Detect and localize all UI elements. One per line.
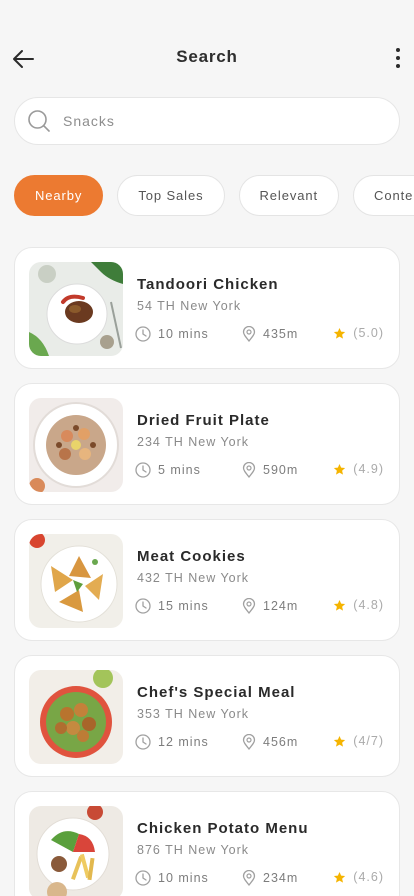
item-time: 10 mins <box>135 870 209 886</box>
item-distance: 234m <box>242 870 298 886</box>
food-image <box>29 806 123 896</box>
star-icon <box>334 735 346 747</box>
time-label: 15 mins <box>158 599 209 613</box>
filter-chips: Nearby Top Sales Relevant Content <box>14 175 414 217</box>
clock-icon <box>135 326 151 342</box>
search-bar[interactable] <box>14 97 400 145</box>
star-icon <box>334 463 346 475</box>
chip-top-sales[interactable]: Top Sales <box>117 175 225 216</box>
app-header: Search <box>0 0 414 110</box>
item-time: 10 mins <box>135 326 209 342</box>
item-address: 876 TH New York <box>137 843 250 857</box>
time-label: 10 mins <box>158 871 209 885</box>
search-icon <box>27 109 51 133</box>
star-icon <box>334 871 346 883</box>
item-distance: 590m <box>242 462 298 478</box>
location-pin-icon <box>242 598 256 614</box>
list-item[interactable]: Meat Cookies 432 TH New York 15 mins 124… <box>14 519 400 641</box>
item-distance: 435m <box>242 326 298 342</box>
location-pin-icon <box>242 734 256 750</box>
item-time: 5 mins <box>135 462 201 478</box>
clock-icon <box>135 462 151 478</box>
time-label: 10 mins <box>158 327 209 341</box>
search-input[interactable] <box>63 113 363 129</box>
item-rating: (4.8) <box>333 598 384 612</box>
dot-icon <box>396 64 400 68</box>
rating-label: (4.9) <box>353 462 384 476</box>
list-item[interactable]: Tandoori Chicken 54 TH New York 10 mins … <box>14 247 400 369</box>
item-rating: (4.9) <box>333 462 384 476</box>
item-time: 12 mins <box>135 734 209 750</box>
chip-content[interactable]: Content <box>353 175 414 216</box>
item-address: 432 TH New York <box>137 571 250 585</box>
distance-label: 234m <box>263 871 299 885</box>
rating-label: (4/7) <box>353 734 384 748</box>
star-icon <box>334 599 346 611</box>
item-name: Chef's Special Meal <box>137 684 296 701</box>
food-image <box>29 534 123 628</box>
item-address: 353 TH New York <box>137 707 250 721</box>
rating-label: (4.8) <box>353 598 384 612</box>
distance-label: 435m <box>263 327 299 341</box>
time-label: 5 mins <box>158 463 201 477</box>
item-name: Tandoori Chicken <box>137 276 279 293</box>
item-rating: (4.6) <box>333 870 384 884</box>
distance-label: 590m <box>263 463 299 477</box>
dot-icon <box>396 48 400 52</box>
location-pin-icon <box>242 462 256 478</box>
item-rating: (5.0) <box>333 326 384 340</box>
item-address: 234 TH New York <box>137 435 250 449</box>
item-name: Chicken Potato Menu <box>137 820 309 837</box>
clock-icon <box>135 598 151 614</box>
location-pin-icon <box>242 326 256 342</box>
item-rating: (4/7) <box>333 734 384 748</box>
food-image <box>29 262 123 356</box>
list-item[interactable]: Dried Fruit Plate 234 TH New York 5 mins… <box>14 383 400 505</box>
chip-nearby[interactable]: Nearby <box>14 175 104 216</box>
dot-icon <box>396 56 400 60</box>
list-item[interactable]: Chicken Potato Menu 876 TH New York 10 m… <box>14 791 400 896</box>
location-pin-icon <box>242 870 256 886</box>
item-distance: 456m <box>242 734 298 750</box>
rating-label: (5.0) <box>353 326 384 340</box>
food-image <box>29 670 123 764</box>
item-address: 54 TH New York <box>137 299 242 313</box>
distance-label: 124m <box>263 599 299 613</box>
item-time: 15 mins <box>135 598 209 614</box>
food-image <box>29 398 123 492</box>
clock-icon <box>135 734 151 750</box>
item-distance: 124m <box>242 598 298 614</box>
chip-relevant[interactable]: Relevant <box>238 175 340 216</box>
item-name: Meat Cookies <box>137 548 246 565</box>
item-name: Dried Fruit Plate <box>137 412 270 429</box>
more-options-button[interactable] <box>392 46 404 70</box>
time-label: 12 mins <box>158 735 209 749</box>
list-item[interactable]: Chef's Special Meal 353 TH New York 12 m… <box>14 655 400 777</box>
page-title: Search <box>176 47 238 66</box>
results-list: Tandoori Chicken 54 TH New York 10 mins … <box>14 247 400 896</box>
rating-label: (4.6) <box>353 870 384 884</box>
distance-label: 456m <box>263 735 299 749</box>
clock-icon <box>135 870 151 886</box>
star-icon <box>334 327 346 339</box>
